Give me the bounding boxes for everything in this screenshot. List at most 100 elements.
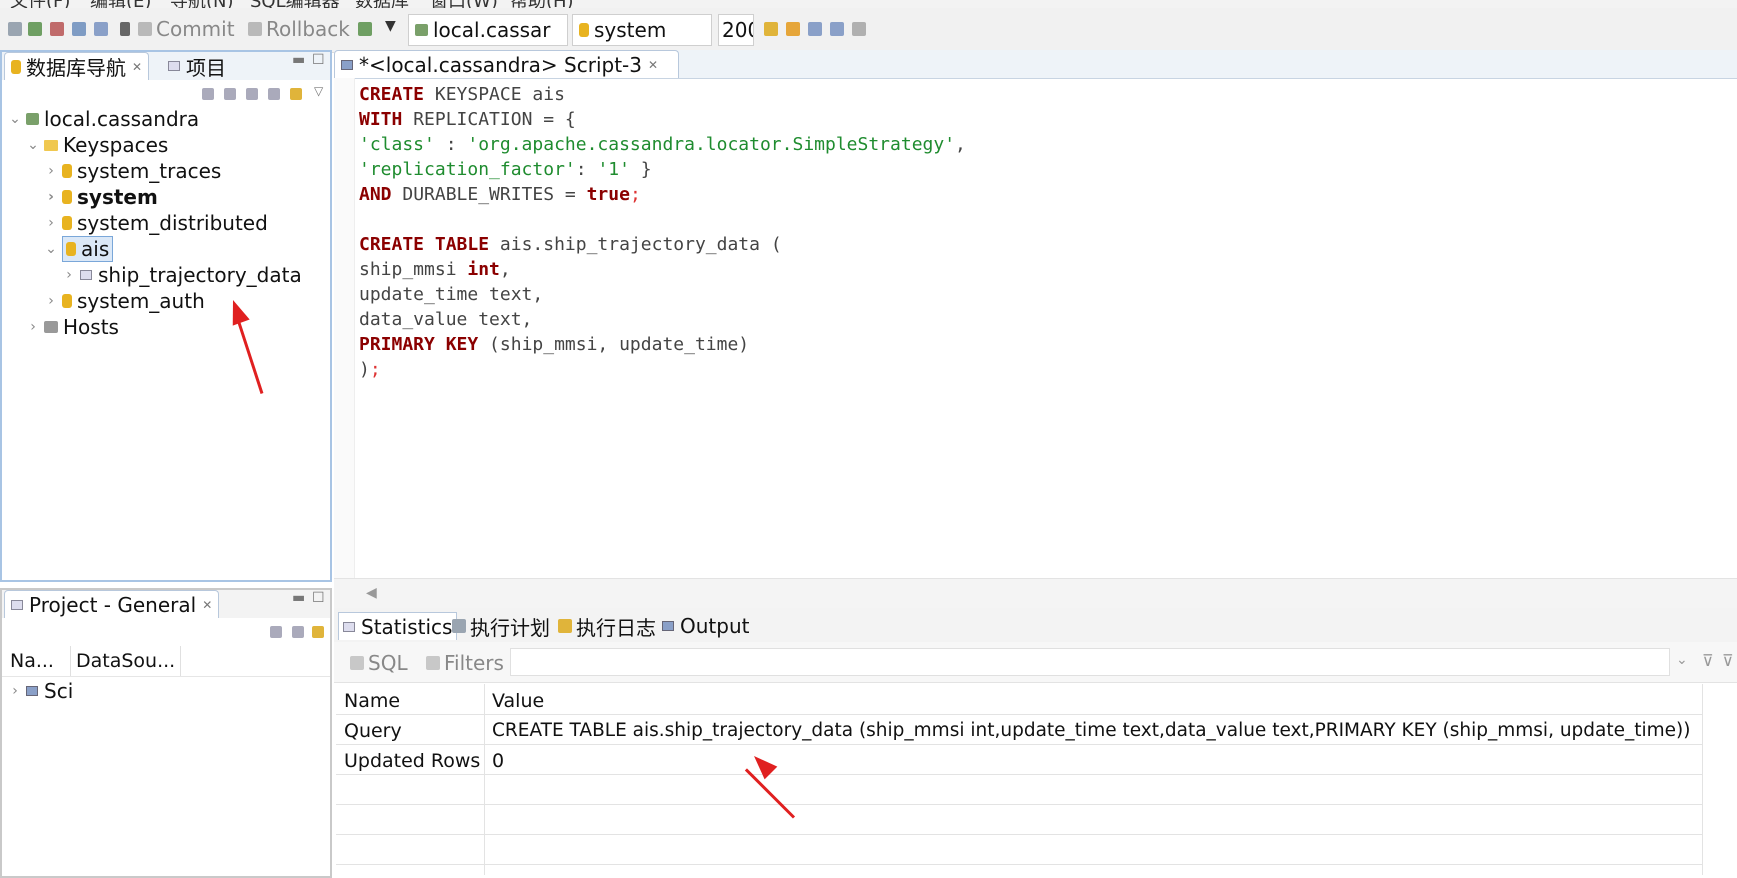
filters-button[interactable]: Filters: [426, 651, 504, 675]
minimize-icon[interactable]: ▬: [292, 52, 305, 68]
scroll-left-icon[interactable]: ◀: [366, 585, 377, 601]
maximize-icon[interactable]: ☐: [312, 590, 325, 606]
new-script-icon[interactable]: [94, 22, 108, 36]
collapse-all-icon[interactable]: [270, 626, 282, 638]
connection-icon: [415, 24, 428, 36]
clear-filter-icon[interactable]: ⊽: [1722, 651, 1734, 670]
filter-icon[interactable]: [246, 88, 258, 100]
sql-button[interactable]: SQL: [350, 651, 408, 675]
schema-selector[interactable]: system: [572, 14, 712, 46]
row-value-updated-rows[interactable]: 0: [492, 750, 504, 772]
tab-output[interactable]: Output: [658, 612, 753, 640]
tab-execution-log[interactable]: 执行日志: [554, 612, 660, 640]
tab-project-general[interactable]: Project - General ✕: [4, 590, 220, 618]
refresh-icon[interactable]: [290, 88, 302, 100]
chevron-right-icon[interactable]: ›: [8, 683, 22, 699]
table-icon: [80, 270, 92, 280]
column-header-name[interactable]: Name: [344, 690, 400, 712]
editor-tabbar: *<local.cassandra> Script-3 ✕: [334, 50, 1737, 79]
tab-statistics[interactable]: Statistics: [338, 612, 458, 640]
keyspace-icon: [62, 164, 72, 178]
tree-node-keyspaces[interactable]: ⌄ Keyspaces: [26, 132, 168, 158]
tab-script-3[interactable]: *<local.cassandra> Script-3 ✕: [334, 50, 680, 78]
refresh-icon[interactable]: [312, 626, 324, 638]
menu-database[interactable]: 数据库: [355, 0, 409, 8]
rollback-button[interactable]: Rollback: [248, 17, 350, 41]
log-icon: [558, 619, 572, 633]
chevron-down-icon[interactable]: ⌄: [1676, 652, 1688, 668]
selected-node[interactable]: ais: [62, 236, 114, 262]
chevron-down-icon[interactable]: ⌄: [26, 137, 40, 153]
editor-horizontal-scrollbar[interactable]: ◀: [334, 578, 1737, 609]
menu-sql-editor[interactable]: SQL编辑器: [250, 0, 340, 8]
invalidate-icon[interactable]: [50, 22, 64, 36]
tab-database-navigator[interactable]: 数据库导航 ✕: [4, 52, 150, 80]
result-limit-input[interactable]: 200: [718, 14, 754, 46]
code-line: 'replication_factor': '1' }: [359, 159, 652, 180]
connect-icon[interactable]: [28, 22, 42, 36]
chevron-right-icon[interactable]: ›: [44, 163, 58, 179]
tree-node-keyspace-ais[interactable]: ⌄ ais: [44, 236, 114, 262]
sql-code-editor[interactable]: CREATE KEYSPACE ais WITH REPLICATION = {…: [356, 80, 1736, 578]
minimize-icon[interactable]: ▬: [292, 590, 305, 606]
execute-script-icon[interactable]: [786, 22, 800, 36]
sql-editor-icon[interactable]: [72, 22, 86, 36]
chevron-down-icon[interactable]: ⌄: [8, 111, 22, 127]
maximize-icon[interactable]: ☐: [312, 52, 325, 68]
chevron-right-icon[interactable]: ›: [44, 189, 58, 205]
row-divider: [336, 744, 1702, 745]
view-menu-icon[interactable]: ▽: [314, 84, 323, 98]
collapse-all-icon[interactable]: [202, 88, 214, 100]
disconnect-icon[interactable]: [8, 22, 22, 36]
tree-node-connection[interactable]: ⌄ local.cassandra: [8, 106, 199, 132]
chevron-right-icon[interactable]: ›: [44, 215, 58, 231]
main-toolbar: Commit Rollback ▼ local.cassar system 20…: [0, 8, 1737, 53]
project-general-panel: Project - General ✕ ▬ ☐ Na... DataSou...…: [0, 588, 332, 878]
configure-icon[interactable]: [268, 88, 280, 100]
chevron-right-icon[interactable]: ›: [62, 267, 76, 283]
tree-node-keyspace-system-traces[interactable]: › system_traces: [44, 158, 221, 184]
menu-navigate[interactable]: 导航(N): [170, 0, 234, 8]
column-header-value[interactable]: Value: [492, 690, 544, 712]
filter-input[interactable]: [510, 648, 1670, 676]
statistics-grid: Name Value Query CREATE TABLE ais.ship_t…: [336, 684, 1737, 875]
explain-icon[interactable]: [808, 22, 822, 36]
menu-edit[interactable]: 编辑(E): [90, 0, 151, 8]
close-icon[interactable]: ✕: [202, 598, 212, 612]
row-divider: [336, 834, 1702, 835]
chevron-right-icon[interactable]: ›: [44, 293, 58, 309]
tree-node-keyspace-system-auth[interactable]: › system_auth: [44, 288, 205, 314]
tree-node-table-ship-trajectory-data[interactable]: › ship_trajectory_data: [62, 262, 302, 288]
chevron-down-icon[interactable]: ⌄: [44, 241, 58, 257]
tree-node-keyspace-system-distributed[interactable]: › system_distributed: [44, 210, 268, 236]
menu-help[interactable]: 帮助(H): [510, 0, 574, 8]
column-header-name[interactable]: Na...: [10, 650, 54, 672]
funnel-icon[interactable]: ⊽: [1702, 651, 1714, 670]
column-divider[interactable]: [180, 646, 181, 676]
menu-file[interactable]: 文件(F): [10, 0, 70, 8]
commit-button[interactable]: Commit: [138, 17, 235, 41]
tree-node-keyspace-system[interactable]: › system: [44, 184, 158, 210]
execute-icon[interactable]: [764, 22, 778, 36]
column-header-datasource[interactable]: DataSou...: [76, 650, 175, 672]
menu-window[interactable]: 窗口(W): [430, 0, 498, 8]
row-value-query[interactable]: CREATE TABLE ais.ship_trajectory_data (s…: [492, 720, 1691, 741]
tab-project[interactable]: 项目: [162, 52, 232, 80]
transaction-mode-icon[interactable]: [120, 22, 130, 36]
column-divider[interactable]: [484, 684, 485, 875]
column-divider[interactable]: [70, 646, 71, 676]
tab-execution-plan[interactable]: 执行计划: [448, 612, 554, 640]
chevron-right-icon[interactable]: ›: [26, 319, 40, 335]
row-name-updated-rows: Updated Rows: [344, 750, 481, 772]
link-editor-icon[interactable]: [224, 88, 236, 100]
project-row-scripts[interactable]: › Sci: [8, 678, 73, 704]
chevron-down-icon[interactable]: ▼: [385, 18, 396, 34]
active-connection-icon[interactable]: [358, 22, 372, 36]
close-icon[interactable]: ✕: [132, 60, 142, 74]
close-icon[interactable]: ✕: [648, 58, 658, 72]
connection-selector[interactable]: local.cassar: [408, 14, 568, 46]
tree-node-hosts[interactable]: › Hosts: [26, 314, 119, 340]
load-icon[interactable]: [830, 22, 844, 36]
configure-icon[interactable]: [292, 626, 304, 638]
format-icon[interactable]: [852, 22, 866, 36]
